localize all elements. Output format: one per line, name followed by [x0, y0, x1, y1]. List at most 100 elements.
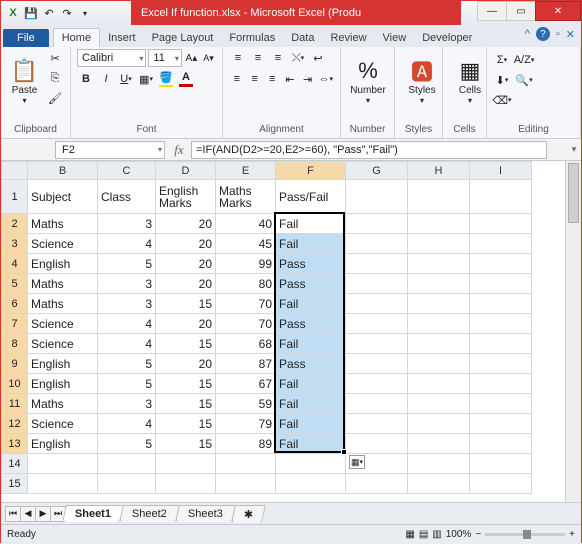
align-top-icon[interactable]: ≡: [229, 49, 247, 67]
cell[interactable]: Pass/Fail: [276, 180, 346, 214]
cell[interactable]: [346, 234, 408, 254]
cell[interactable]: [470, 354, 532, 374]
cell[interactable]: Fail: [276, 234, 346, 254]
cell[interactable]: [470, 454, 532, 474]
decrease-indent-icon[interactable]: ⇤: [282, 70, 298, 88]
find-select-icon[interactable]: 🔍▾: [513, 71, 535, 89]
italic-button[interactable]: I: [97, 70, 115, 88]
sheet-nav-first-icon[interactable]: ⏮: [5, 506, 21, 522]
cell[interactable]: 20: [156, 314, 216, 334]
col-header[interactable]: I: [470, 162, 532, 180]
cell[interactable]: [346, 354, 408, 374]
cell[interactable]: [156, 474, 216, 494]
cell[interactable]: [470, 414, 532, 434]
align-left-icon[interactable]: ≡: [229, 70, 245, 88]
cell[interactable]: 79: [216, 414, 276, 434]
cell[interactable]: [408, 374, 470, 394]
undo-icon[interactable]: ↶: [41, 5, 57, 21]
zoom-level[interactable]: 100%: [446, 529, 472, 540]
cell[interactable]: [276, 474, 346, 494]
cell[interactable]: [470, 474, 532, 494]
cell[interactable]: [28, 454, 98, 474]
cell[interactable]: [346, 374, 408, 394]
col-header[interactable]: F: [276, 162, 346, 180]
cell[interactable]: Fail: [276, 334, 346, 354]
col-header[interactable]: B: [28, 162, 98, 180]
cell[interactable]: [408, 334, 470, 354]
cell[interactable]: Fail: [276, 434, 346, 454]
sheet-tab[interactable]: Sheet1: [62, 505, 124, 522]
cell[interactable]: [408, 180, 470, 214]
cell[interactable]: Pass: [276, 254, 346, 274]
cell[interactable]: Maths Marks: [216, 180, 276, 214]
cell[interactable]: [408, 274, 470, 294]
row-header[interactable]: 5: [2, 274, 28, 294]
cell[interactable]: [408, 414, 470, 434]
col-header[interactable]: G: [346, 162, 408, 180]
cell[interactable]: [470, 334, 532, 354]
cell[interactable]: English: [28, 254, 98, 274]
cell[interactable]: Fail: [276, 374, 346, 394]
help-icon[interactable]: ?: [536, 27, 550, 41]
row-header[interactable]: 12: [2, 414, 28, 434]
tab-file[interactable]: File: [3, 29, 49, 47]
cell[interactable]: 5: [98, 434, 156, 454]
sheet-nav-next-icon[interactable]: ▶: [35, 506, 51, 522]
cell[interactable]: [276, 454, 346, 474]
number-format-button[interactable]: % Number▾: [347, 49, 389, 113]
col-header[interactable]: D: [156, 162, 216, 180]
close-button[interactable]: ✕: [535, 1, 581, 21]
cell[interactable]: [98, 474, 156, 494]
align-bottom-icon[interactable]: ≡: [269, 49, 287, 67]
row-header[interactable]: 15: [2, 474, 28, 494]
cell[interactable]: [470, 234, 532, 254]
new-sheet-button[interactable]: ✱: [231, 505, 266, 523]
cell[interactable]: Pass: [276, 274, 346, 294]
zoom-out-button[interactable]: −: [475, 529, 481, 540]
row-header[interactable]: 2: [2, 214, 28, 234]
row-header[interactable]: 14: [2, 454, 28, 474]
cell[interactable]: 20: [156, 234, 216, 254]
cell[interactable]: [408, 354, 470, 374]
cell[interactable]: 3: [98, 274, 156, 294]
cell[interactable]: Science: [28, 314, 98, 334]
cell[interactable]: Maths: [28, 294, 98, 314]
minimize-button[interactable]: —: [477, 1, 507, 21]
cell[interactable]: 4: [98, 414, 156, 434]
underline-button[interactable]: U▾: [117, 70, 135, 88]
orientation-icon[interactable]: ⤬▾: [289, 49, 307, 67]
vertical-scrollbar[interactable]: [565, 161, 581, 502]
tab-page-layout[interactable]: Page Layout: [144, 29, 222, 47]
cell[interactable]: Science: [28, 414, 98, 434]
cell[interactable]: [470, 214, 532, 234]
cell[interactable]: English: [28, 374, 98, 394]
cell[interactable]: 3: [98, 394, 156, 414]
cell[interactable]: 3: [98, 294, 156, 314]
copy-icon[interactable]: ⎘: [46, 69, 64, 87]
cell[interactable]: Science: [28, 334, 98, 354]
font-color-button[interactable]: A: [177, 70, 195, 88]
cell[interactable]: [408, 254, 470, 274]
cell[interactable]: [408, 474, 470, 494]
cell[interactable]: 67: [216, 374, 276, 394]
cell[interactable]: [346, 294, 408, 314]
row-header[interactable]: 9: [2, 354, 28, 374]
cell[interactable]: Maths: [28, 274, 98, 294]
wrap-text-icon[interactable]: ↩: [309, 49, 327, 67]
cell[interactable]: 99: [216, 254, 276, 274]
zoom-in-button[interactable]: +: [569, 529, 575, 540]
cell[interactable]: English: [28, 354, 98, 374]
cell[interactable]: 15: [156, 394, 216, 414]
cell[interactable]: Maths: [28, 394, 98, 414]
tab-data[interactable]: Data: [283, 29, 322, 47]
cell[interactable]: [346, 254, 408, 274]
cell[interactable]: [346, 214, 408, 234]
font-name-select[interactable]: Calibri▾: [77, 49, 146, 67]
col-header[interactable]: H: [408, 162, 470, 180]
cell[interactable]: [216, 454, 276, 474]
cell[interactable]: [470, 394, 532, 414]
merge-center-icon[interactable]: ⇔▾: [318, 70, 335, 88]
cell[interactable]: 20: [156, 254, 216, 274]
sort-filter-icon[interactable]: A/Z▾: [513, 51, 535, 69]
cell[interactable]: [346, 334, 408, 354]
